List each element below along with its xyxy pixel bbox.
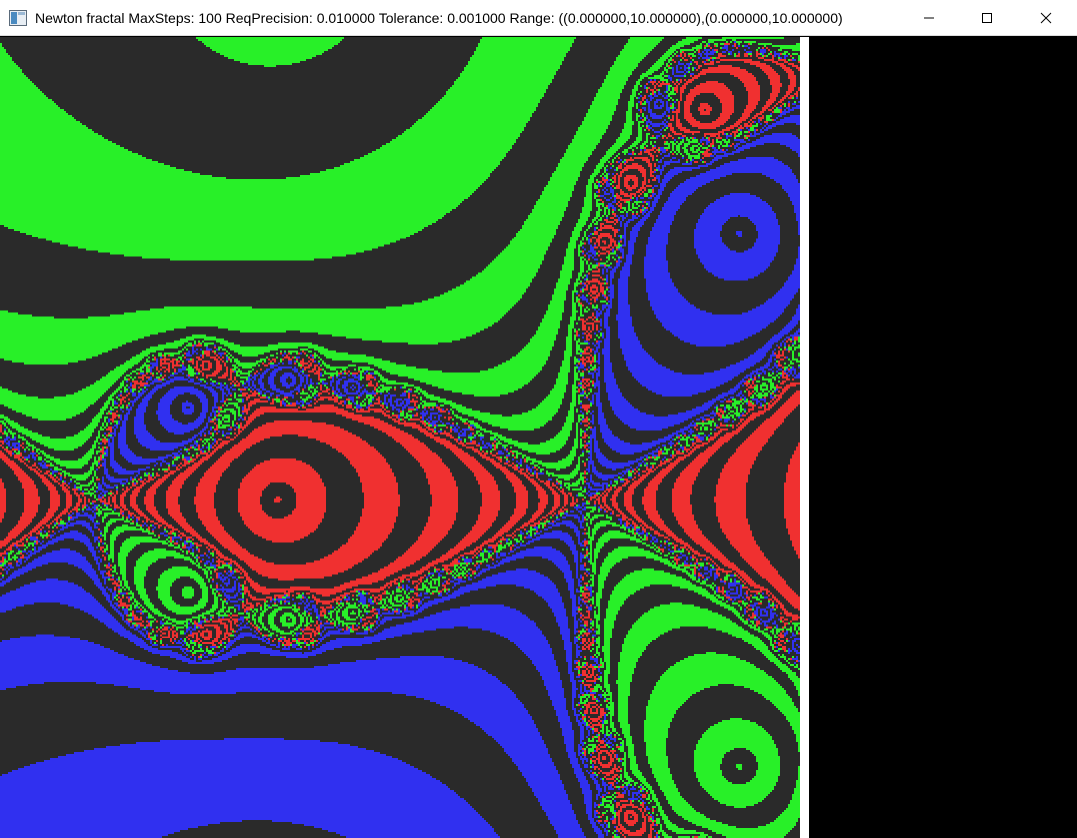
window-title: Newton fractal MaxSteps: 100 ReqPrecisio… xyxy=(35,10,843,26)
close-button[interactable] xyxy=(1017,0,1075,36)
fractal-canvas[interactable] xyxy=(0,37,800,838)
maximize-icon xyxy=(982,13,992,23)
minimize-button[interactable] xyxy=(900,0,958,36)
separator-bar xyxy=(800,37,809,838)
minimize-icon xyxy=(924,17,934,19)
title-bar[interactable]: Newton fractal MaxSteps: 100 ReqPrecisio… xyxy=(0,0,1077,36)
app-window-icon xyxy=(9,10,27,26)
maximize-button[interactable] xyxy=(958,0,1016,36)
empty-black-area xyxy=(809,37,1077,838)
close-icon xyxy=(1040,12,1052,24)
client-area xyxy=(0,37,1077,838)
app-window: Newton fractal MaxSteps: 100 ReqPrecisio… xyxy=(0,0,1077,838)
